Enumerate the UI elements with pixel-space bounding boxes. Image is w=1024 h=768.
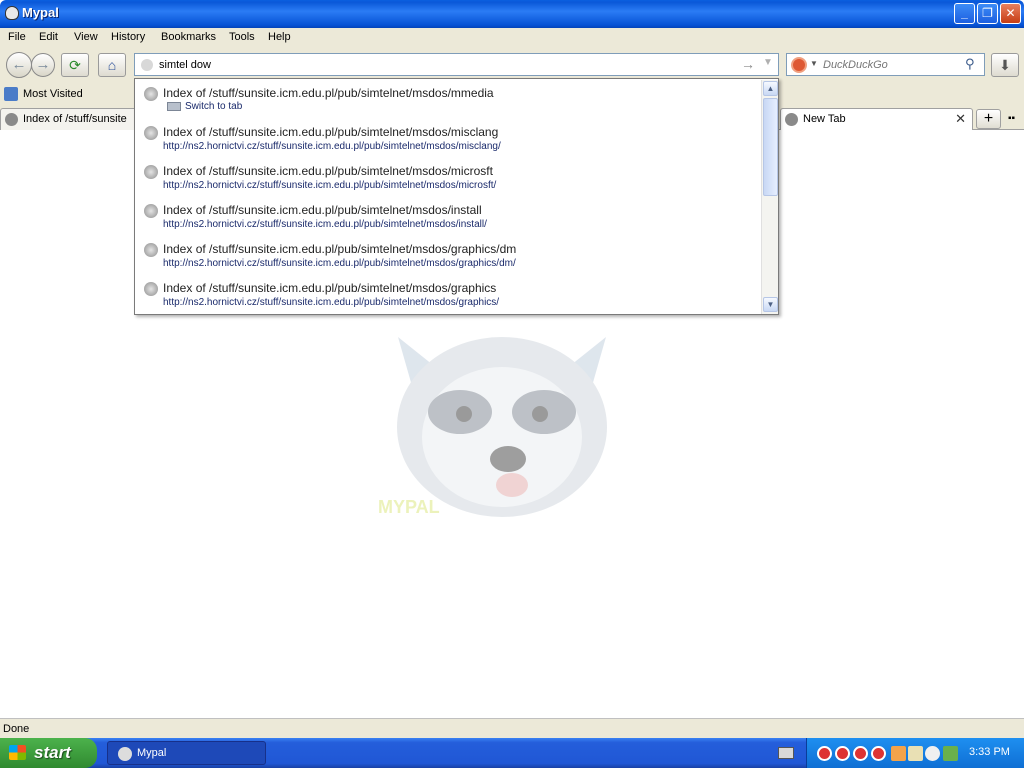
go-arrow-icon[interactable]: → [741,56,755,72]
network-disconnected-icon[interactable] [817,746,832,761]
autocomplete-url: http://ns2.hornictvi.cz/stuff/sunsite.ic… [163,297,500,308]
search-engine-dropdown-icon[interactable]: ▼ [810,59,818,68]
globe-icon [144,204,158,218]
url-dropdown-icon[interactable]: ▼ [763,57,773,68]
windows-taskbar: start Mypal 3:33 PM [0,738,1024,768]
navigation-toolbar: ← → ⟳ ⌂ → ▼ ▼ ⚲ ⬇ [0,48,1024,82]
maximize-button[interactable]: ❐ [977,3,998,24]
autocomplete-item[interactable]: Index of /stuff/sunsite.icm.edu.pl/pub/s… [135,235,760,274]
autocomplete-title: Index of /stuff/sunsite.icm.edu.pl/pub/s… [163,164,493,178]
autocomplete-url: http://ns2.hornictvi.cz/stuff/sunsite.ic… [163,180,497,191]
downloads-button[interactable]: ⬇ [991,53,1019,77]
system-tray: 3:33 PM [806,738,1024,768]
minimize-button[interactable]: _ [954,3,975,24]
taskbar-item-mypal[interactable]: Mypal [107,741,266,765]
keyboard-language-icon[interactable] [778,747,794,759]
globe-icon [144,87,158,101]
autocomplete-url: http://ns2.hornictvi.cz/stuff/sunsite.ic… [163,219,487,230]
new-tab-button[interactable]: + [976,109,1001,129]
autocomplete-title: Index of /stuff/sunsite.icm.edu.pl/pub/s… [163,203,482,217]
system-clock[interactable]: 3:33 PM [969,746,1010,758]
menu-bar: File Edit View History Bookmarks Tools H… [0,28,1024,48]
autocomplete-item[interactable]: Index of /stuff/sunsite.icm.edu.pl/pub/s… [135,196,760,235]
scroll-thumb[interactable] [763,98,778,196]
switch-to-tab-icon [167,102,181,111]
list-all-tabs-icon[interactable]: ▪▪ [1008,113,1015,124]
network-disconnected-icon[interactable] [853,746,868,761]
menu-file[interactable]: File [8,31,26,43]
scroll-up-button[interactable]: ▲ [763,81,778,96]
menu-bookmarks[interactable]: Bookmarks [161,31,216,43]
url-input[interactable] [159,57,719,73]
title-bar: Mypal _ ❐ ✕ [0,0,1024,28]
back-button[interactable]: ← [6,52,32,78]
menu-edit[interactable]: Edit [39,31,58,43]
tray-app-icon[interactable] [908,746,923,761]
search-bar[interactable]: ▼ ⚲ [786,53,985,76]
status-text: Done [3,723,30,735]
status-bar: Done [0,718,1024,738]
network-disconnected-icon[interactable] [871,746,886,761]
autocomplete-item[interactable]: Index of /stuff/sunsite.icm.edu.pl/pub/s… [135,157,760,196]
globe-icon [144,165,158,179]
close-tab-icon[interactable]: ✕ [955,111,966,127]
menu-tools[interactable]: Tools [229,31,255,43]
mypal-brand-text: MYPAL [378,497,440,517]
tab-new-tab[interactable]: New Tab ✕ [780,108,973,130]
home-button[interactable]: ⌂ [98,53,126,77]
window-title: Mypal [22,5,59,20]
reload-button[interactable]: ⟳ [61,53,89,77]
start-button[interactable]: start [0,738,97,768]
globe-icon [144,282,158,296]
autocomplete-scrollbar[interactable]: ▲ ▼ [761,80,778,314]
most-visited-bookmark[interactable]: Most Visited [23,88,83,100]
autocomplete-title: Index of /stuff/sunsite.icm.edu.pl/pub/s… [163,242,517,256]
url-bar[interactable]: → ▼ [134,53,779,76]
search-icon[interactable]: ⚲ [965,56,975,72]
most-visited-icon[interactable] [4,87,18,101]
autocomplete-url: http://ns2.hornictvi.cz/stuff/sunsite.ic… [163,141,501,152]
security-alert-icon[interactable] [891,746,906,761]
start-label: start [34,743,71,762]
globe-icon [785,113,798,126]
raccoon-mascot-image: MYPAL [378,317,616,517]
tab-label: New Tab [803,113,846,125]
messenger-icon[interactable] [925,746,940,761]
menu-help[interactable]: Help [268,31,291,43]
autocomplete-title: Index of /stuff/sunsite.icm.edu.pl/pub/s… [163,125,499,139]
tab-label: Index of /stuff/sunsite [23,113,127,125]
duckduckgo-icon[interactable] [791,57,807,73]
switch-to-tab-label: Switch to tab [185,101,243,112]
network-disconnected-icon[interactable] [835,746,850,761]
mypal-app-icon [118,747,132,761]
close-button[interactable]: ✕ [1000,3,1021,24]
scroll-down-button[interactable]: ▼ [763,297,778,312]
globe-icon [144,243,158,257]
safely-remove-hardware-icon[interactable] [943,746,958,761]
menu-view[interactable]: View [74,31,98,43]
windows-logo-icon [9,745,26,760]
globe-icon [144,126,158,140]
taskbar-item-label: Mypal [137,747,167,759]
forward-button[interactable]: → [31,53,55,77]
autocomplete-item[interactable]: Index of /stuff/sunsite.icm.edu.pl/pub/s… [135,118,760,157]
autocomplete-item[interactable]: Index of /stuff/sunsite.icm.edu.pl/pub/s… [135,79,760,118]
autocomplete-title: Index of /stuff/sunsite.icm.edu.pl/pub/s… [163,86,494,100]
autocomplete-title: Index of /stuff/sunsite.icm.edu.pl/pub/s… [163,281,497,295]
search-input[interactable] [823,57,963,73]
globe-icon [5,113,18,126]
autocomplete-url: http://ns2.hornictvi.cz/stuff/sunsite.ic… [163,258,516,269]
tab-index-sunsite[interactable]: Index of /stuff/sunsite [0,108,150,130]
mypal-app-icon[interactable] [5,6,19,20]
menu-history[interactable]: History [111,31,145,43]
autocomplete-item[interactable]: Index of /stuff/sunsite.icm.edu.pl/pub/s… [135,274,760,313]
site-identity-icon[interactable] [141,59,153,71]
url-autocomplete-popup: Index of /stuff/sunsite.icm.edu.pl/pub/s… [134,78,779,315]
